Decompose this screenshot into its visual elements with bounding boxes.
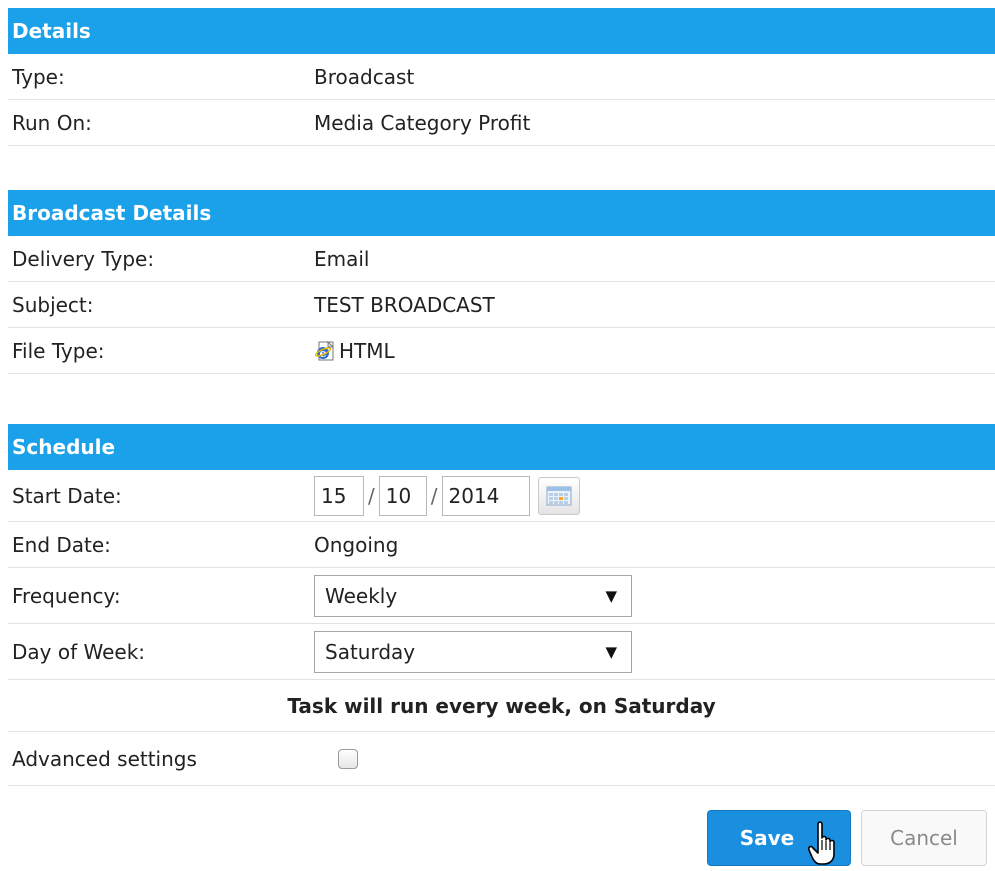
type-value: Broadcast — [314, 64, 415, 89]
details-header: Details — [8, 8, 995, 54]
frequency-select[interactable]: Weekly ▼ — [314, 574, 632, 617]
schedule-header: Schedule — [8, 424, 995, 470]
end-date-value: Ongoing — [314, 532, 399, 557]
file-type-row: File Type: e HTML — [8, 328, 995, 374]
file-type-label: File Type: — [12, 338, 105, 363]
delivery-type-row: Delivery Type: Email — [8, 236, 995, 282]
start-date-row: Start Date: / / — [8, 470, 995, 522]
end-date-row: End Date: Ongoing — [8, 522, 995, 568]
run-on-value: Media Category Profit — [314, 110, 531, 135]
day-of-week-label: Day of Week: — [12, 639, 146, 664]
start-date-label: Start Date: — [12, 483, 122, 508]
subject-label: Subject: — [12, 292, 94, 317]
delivery-type-value: Email — [314, 246, 370, 271]
start-year-input[interactable] — [441, 475, 530, 516]
cancel-button-label: Cancel — [890, 826, 958, 850]
advanced-settings-row: Advanced settings — [8, 732, 995, 786]
frequency-label: Frequency: — [12, 583, 121, 608]
file-type-value: e HTML — [314, 339, 395, 363]
frequency-selected: Weekly — [325, 583, 398, 608]
ie-html-icon: e — [314, 340, 336, 362]
day-of-week-select[interactable]: Saturday ▼ — [314, 630, 632, 673]
delivery-type-label: Delivery Type: — [12, 246, 155, 271]
broadcast-details-panel: Broadcast Details Delivery Type: Email S… — [8, 190, 995, 374]
subject-value: TEST BROADCAST — [314, 292, 495, 317]
type-label: Type: — [12, 64, 65, 89]
subject-row: Subject: TEST BROADCAST — [8, 282, 995, 328]
end-date-label: End Date: — [12, 532, 111, 557]
run-on-row: Run On: Media Category Profit — [8, 100, 995, 146]
details-panel: Details Type: Broadcast Run On: Media Ca… — [8, 8, 995, 146]
save-button-label: Save — [739, 826, 795, 850]
advanced-settings-label: Advanced settings — [12, 746, 197, 771]
schedule-panel: Schedule Start Date: / / — [8, 424, 995, 786]
cancel-button[interactable]: Cancel — [861, 810, 987, 866]
run-on-label: Run On: — [12, 110, 92, 135]
action-bar: Save Cancel — [0, 808, 995, 868]
file-type-value-text: HTML — [339, 338, 395, 363]
day-of-week-row: Day of Week: Saturday ▼ — [8, 624, 995, 680]
date-separator: / — [430, 483, 438, 508]
frequency-row: Frequency: Weekly ▼ — [8, 568, 995, 624]
dropdown-arrow-icon: ▼ — [605, 642, 617, 661]
schedule-summary: Task will run every week, on Saturday — [8, 680, 995, 732]
calendar-icon — [546, 486, 572, 506]
calendar-button[interactable] — [537, 476, 580, 515]
start-date-value: / / — [314, 475, 580, 516]
hand-cursor-icon — [808, 820, 842, 870]
type-row: Type: Broadcast — [8, 54, 995, 100]
day-of-week-selected: Saturday — [325, 639, 416, 664]
start-month-input[interactable] — [378, 475, 427, 516]
broadcast-details-header: Broadcast Details — [8, 190, 995, 236]
advanced-settings-checkbox[interactable] — [338, 748, 358, 769]
date-separator: / — [368, 483, 375, 508]
start-day-input[interactable] — [314, 475, 364, 516]
dropdown-arrow-icon: ▼ — [605, 586, 617, 605]
